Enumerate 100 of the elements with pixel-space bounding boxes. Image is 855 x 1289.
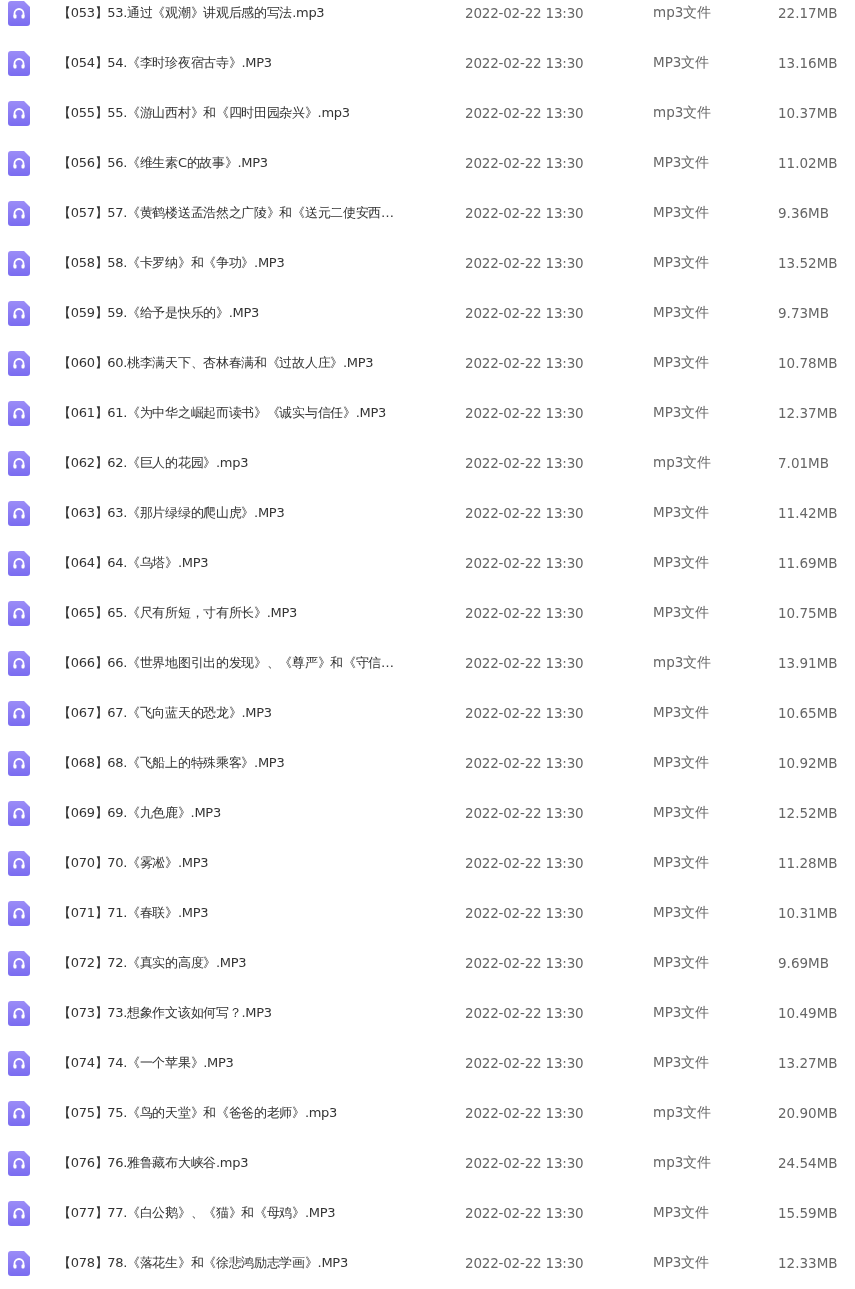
file-name[interactable]: 【053】53.通过《观潮》讲观后感的写法.mp3 xyxy=(58,4,465,22)
audio-file-icon xyxy=(8,550,30,576)
modified-date: 2022-02-22 13:30 xyxy=(465,155,585,171)
file-size: 12.33MB xyxy=(778,1255,839,1271)
file-size: 10.75MB xyxy=(778,605,839,621)
file-type: MP3文件 xyxy=(653,1254,711,1272)
file-type: mp3文件 xyxy=(653,454,713,472)
file-size: 11.28MB xyxy=(778,855,839,871)
file-type: MP3文件 xyxy=(653,954,711,972)
modified-date: 2022-02-22 13:30 xyxy=(465,1155,585,1171)
audio-file-icon xyxy=(8,0,30,26)
file-type: MP3文件 xyxy=(653,354,711,372)
file-size: 13.16MB xyxy=(778,55,839,71)
file-name[interactable]: 【060】60.桃李满天下、杏林春满和《过故人庄》.MP3 xyxy=(58,354,465,372)
file-type: MP3文件 xyxy=(653,1054,711,1072)
file-size: 13.91MB xyxy=(778,655,839,671)
file-name[interactable]: 【071】71.《春联》.MP3 xyxy=(58,904,465,922)
file-type: MP3文件 xyxy=(653,154,711,172)
modified-date: 2022-02-22 13:30 xyxy=(465,455,585,471)
audio-file-icon xyxy=(8,450,30,476)
modified-date: 2022-02-22 13:30 xyxy=(465,705,585,721)
modified-date: 2022-02-22 13:30 xyxy=(465,255,585,271)
file-name[interactable]: 【078】78.《落花生》和《徐悲鸿励志学画》.MP3 xyxy=(58,1254,465,1272)
modified-date: 2022-02-22 13:30 xyxy=(465,1255,585,1271)
file-name[interactable]: 【070】70.《雾凇》.MP3 xyxy=(58,854,465,872)
file-size: 7.01MB xyxy=(778,455,830,471)
audio-file-icon xyxy=(8,1050,30,1076)
file-type: MP3文件 xyxy=(653,1204,711,1222)
file-name[interactable]: 【073】73.想象作文该如何写？.MP3 xyxy=(58,1004,465,1022)
file-type: mp3文件 xyxy=(653,654,713,672)
modified-date: 2022-02-22 13:30 xyxy=(465,655,585,671)
file-name[interactable]: 【065】65.《尺有所短，寸有所长》.MP3 xyxy=(58,604,465,622)
file-name[interactable]: 【077】77.《白公鹅》、《猫》和《母鸡》.MP3 xyxy=(58,1204,465,1222)
file-size: 15.59MB xyxy=(778,1205,839,1221)
file-size: 12.52MB xyxy=(778,805,839,821)
file-size: 24.54MB xyxy=(778,1155,839,1171)
file-type: MP3文件 xyxy=(653,404,711,422)
file-name[interactable]: 【067】67.《飞向蓝天的恐龙》.MP3 xyxy=(58,704,465,722)
modified-date: 2022-02-22 13:30 xyxy=(465,5,585,21)
modified-date: 2022-02-22 13:30 xyxy=(465,305,585,321)
file-size: 13.27MB xyxy=(778,1055,839,1071)
audio-file-icon xyxy=(8,250,30,276)
file-size: 10.92MB xyxy=(778,755,839,771)
file-size: 9.69MB xyxy=(778,955,830,971)
modified-date: 2022-02-22 13:30 xyxy=(465,105,585,121)
file-name[interactable]: 【062】62.《巨人的花园》.mp3 xyxy=(58,454,465,472)
file-name[interactable]: 【058】58.《卡罗纳》和《争功》.MP3 xyxy=(58,254,465,272)
file-name[interactable]: 【059】59.《给予是快乐的》.MP3 xyxy=(58,304,465,322)
file-size: 10.31MB xyxy=(778,905,839,921)
file-size: 13.52MB xyxy=(778,255,839,271)
file-name[interactable]: 【057】57.《黄鹤楼送孟浩然之广陵》和《送元二使安西… xyxy=(58,204,465,222)
modified-date: 2022-02-22 13:30 xyxy=(465,1055,585,1071)
file-name[interactable]: 【074】74.《一个苹果》.MP3 xyxy=(58,1054,465,1072)
file-name[interactable]: 【075】75.《鸟的天堂》和《爸爸的老师》.mp3 xyxy=(58,1104,465,1122)
modified-date: 2022-02-22 13:30 xyxy=(465,1005,585,1021)
file-name[interactable]: 【069】69.《九色鹿》.MP3 xyxy=(58,804,465,822)
modified-date: 2022-02-22 13:30 xyxy=(465,955,585,971)
audio-file-icon xyxy=(8,400,30,426)
file-name[interactable]: 【054】54.《李时珍夜宿古寺》.MP3 xyxy=(58,54,465,72)
modified-date: 2022-02-22 13:30 xyxy=(465,355,585,371)
audio-file-icon xyxy=(8,300,30,326)
file-name[interactable]: 【072】72.《真实的高度》.MP3 xyxy=(58,954,465,972)
file-type: MP3文件 xyxy=(653,704,711,722)
audio-file-icon xyxy=(8,150,30,176)
audio-file-icon xyxy=(8,950,30,976)
file-name[interactable]: 【064】64.《乌塔》.MP3 xyxy=(58,554,465,572)
file-type: mp3文件 xyxy=(653,1104,713,1122)
file-size: 20.90MB xyxy=(778,1105,839,1121)
file-size: 9.73MB xyxy=(778,305,830,321)
audio-file-icon xyxy=(8,1100,30,1126)
file-type: mp3文件 xyxy=(653,4,713,22)
audio-file-icon xyxy=(8,1150,30,1176)
file-name[interactable]: 【066】66.《世界地图引出的发现》、《尊严》和《守信… xyxy=(58,654,465,672)
file-type: MP3文件 xyxy=(653,904,711,922)
modified-date: 2022-02-22 13:30 xyxy=(465,55,585,71)
file-size: 12.37MB xyxy=(778,405,839,421)
file-type: MP3文件 xyxy=(653,54,711,72)
audio-file-icon xyxy=(8,100,30,126)
file-type: MP3文件 xyxy=(653,854,711,872)
audio-file-icon xyxy=(8,1250,30,1276)
file-size: 9.36MB xyxy=(778,205,830,221)
file-name[interactable]: 【056】56.《维生素C的故事》.MP3 xyxy=(58,154,465,172)
file-type: MP3文件 xyxy=(653,204,711,222)
file-size: 10.37MB xyxy=(778,105,839,121)
file-name[interactable]: 【055】55.《游山西村》和《四时田园杂兴》.mp3 xyxy=(58,104,465,122)
file-size: 22.17MB xyxy=(778,5,839,21)
file-type: mp3文件 xyxy=(653,104,713,122)
file-name[interactable]: 【076】76.雅鲁藏布大峡谷.mp3 xyxy=(58,1154,465,1172)
file-name[interactable]: 【061】61.《为中华之崛起而读书》《诚实与信任》.MP3 xyxy=(58,404,465,422)
modified-date: 2022-02-22 13:30 xyxy=(465,855,585,871)
file-type: MP3文件 xyxy=(653,604,711,622)
file-size: 10.65MB xyxy=(778,705,839,721)
file-name[interactable]: 【068】68.《飞船上的特殊乘客》.MP3 xyxy=(58,754,465,772)
file-size: 10.78MB xyxy=(778,355,839,371)
file-type: MP3文件 xyxy=(653,554,711,572)
file-name[interactable]: 【063】63.《那片绿绿的爬山虎》.MP3 xyxy=(58,504,465,522)
audio-file-icon xyxy=(8,800,30,826)
modified-date: 2022-02-22 13:30 xyxy=(465,555,585,571)
audio-file-icon xyxy=(8,750,30,776)
file-size: 10.49MB xyxy=(778,1005,839,1021)
